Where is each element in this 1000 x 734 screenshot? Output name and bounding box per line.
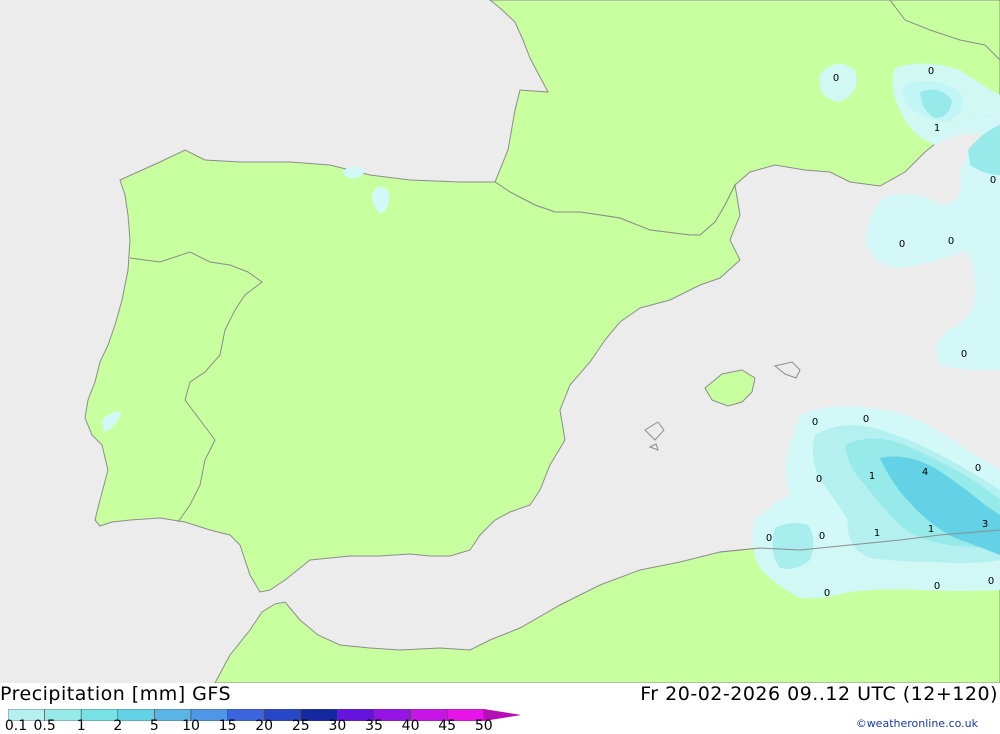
colorbar-tick-label: 40 [401, 718, 420, 734]
colorbar-tick-label: 45 [438, 718, 457, 734]
contour-label: 0 [948, 236, 954, 247]
contour-label: 1 [874, 528, 880, 539]
colorbar-tick-label: 15 [218, 718, 237, 734]
colorbar-tick-label: 35 [365, 718, 383, 734]
contour-label: 0 [928, 66, 934, 77]
colorbar-tick-label: 0.1 [4, 718, 28, 734]
contour-label: 0 [975, 463, 981, 474]
colorbar-tick-label: 0.5 [33, 718, 56, 734]
colorbar-tick-label: 20 [255, 718, 274, 734]
colorbar-tick-label: 1 [76, 718, 86, 734]
contour-label: 4 [922, 467, 928, 478]
contour-label: 3 [982, 519, 988, 530]
legend-footer: Precipitation [mm] GFS Fr 20-02-2026 09.… [0, 683, 1000, 734]
contour-label: 1 [869, 471, 875, 482]
colorbar-tick-label: 5 [149, 718, 159, 734]
contour-label: 1 [928, 524, 934, 535]
colorbar-tick-label: 30 [328, 718, 347, 734]
colorbar-tick-label: 25 [291, 718, 310, 734]
contour-label: 1 [934, 123, 940, 134]
contour-label: 0 [766, 533, 772, 544]
colorbar-tick-label: 50 [474, 718, 493, 734]
contour-label: 0 [833, 73, 839, 84]
product-title: Precipitation [mm] GFS [0, 683, 232, 705]
contour-label: 0 [816, 474, 822, 485]
contour-label: 0 [934, 581, 940, 592]
contour-label: 0 [988, 576, 994, 587]
contour-label: 0 [824, 588, 830, 599]
precipitation-map: 0 0 1 0 0 0 0 0 0 0 1 4 0 0 0 1 1 3 0 0 … [0, 0, 1000, 684]
map-svg: 0 0 1 0 0 0 0 0 0 0 1 4 0 0 0 1 1 3 0 0 … [0, 0, 1000, 684]
colorbar-tick-label: 2 [113, 718, 123, 734]
contour-label: 0 [863, 414, 869, 425]
contour-label: 0 [899, 239, 905, 250]
colorbar-tick-label: 10 [182, 718, 200, 734]
valid-time: Fr 20-02-2026 09..12 UTC (12+120) [640, 683, 998, 705]
contour-label: 0 [819, 531, 825, 542]
contour-label: 0 [990, 175, 996, 186]
credit-link[interactable]: ©weatheronline.co.uk [856, 717, 978, 730]
contour-label: 0 [812, 417, 818, 428]
contour-label: 0 [961, 349, 967, 360]
colorbar-ticks: 0.1 0.5 1 2 5 10 15 20 25 30 35 40 45 50 [0, 718, 520, 734]
